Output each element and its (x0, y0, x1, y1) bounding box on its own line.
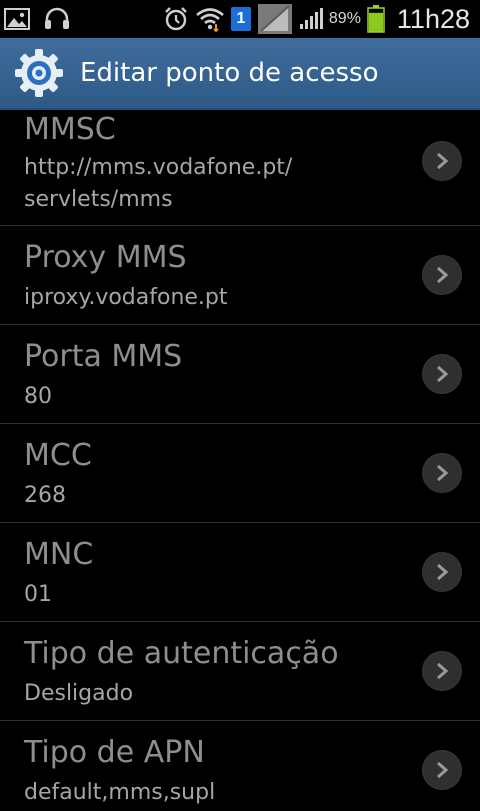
item-title: MMSC (24, 112, 116, 147)
item-title: Tipo de APN (24, 735, 205, 770)
item-value: 268 (24, 483, 66, 508)
battery-percentage: 89% (328, 10, 361, 27)
item-value: 01 (24, 582, 52, 607)
list-item-mmsc[interactable]: MMSC http://mms.vodafone.pt/ servlets/mm… (0, 110, 480, 226)
chevron-right-icon[interactable] (422, 354, 462, 394)
alarm-icon (163, 6, 189, 32)
image-icon (4, 8, 30, 30)
chevron-right-icon[interactable] (422, 651, 462, 691)
list-item-proxy-mms[interactable]: Proxy MMS iproxy.vodafone.pt (0, 226, 480, 325)
no-signal-icon (257, 3, 293, 35)
battery-icon (367, 5, 385, 33)
item-title: Proxy MMS (24, 240, 187, 275)
item-title: Tipo de autenticação (24, 636, 339, 671)
item-title: MNC (24, 537, 94, 572)
wifi-icon (195, 6, 225, 32)
item-value: iproxy.vodafone.pt (24, 285, 228, 310)
page-title: Editar ponto de acesso (80, 58, 379, 88)
signal-icon (299, 8, 323, 30)
chevron-right-icon[interactable] (422, 750, 462, 790)
chevron-right-icon[interactable] (422, 453, 462, 493)
status-bar: 1 89% 11h28 (0, 0, 480, 38)
headset-icon (44, 7, 70, 31)
item-value: Desligado (24, 681, 134, 706)
settings-gear-icon[interactable] (12, 46, 66, 100)
list-item-mcc[interactable]: MCC 268 (0, 424, 480, 523)
list-item-mnc[interactable]: MNC 01 (0, 523, 480, 622)
list-item-tipo-apn[interactable]: Tipo de APN default,mms,supl (0, 721, 480, 811)
clock: 11h28 (396, 3, 470, 34)
chevron-right-icon[interactable] (422, 141, 462, 181)
chevron-right-icon[interactable] (422, 552, 462, 592)
item-title: MCC (24, 438, 92, 473)
list-item-porta-mms[interactable]: Porta MMS 80 (0, 325, 480, 424)
list-item-tipo-autenticacao[interactable]: Tipo de autenticação Desligado (0, 622, 480, 721)
chevron-right-icon[interactable] (422, 255, 462, 295)
item-value: 80 (24, 384, 52, 409)
action-bar: Editar ponto de acesso (0, 38, 480, 110)
apn-settings-list: MMSC http://mms.vodafone.pt/ servlets/mm… (0, 110, 480, 811)
item-title: Porta MMS (24, 339, 183, 374)
item-value: http://mms.vodafone.pt/ servlets/mms (24, 155, 293, 212)
sim-icon: 1 (230, 7, 251, 31)
item-value: default,mms,supl (24, 780, 216, 805)
